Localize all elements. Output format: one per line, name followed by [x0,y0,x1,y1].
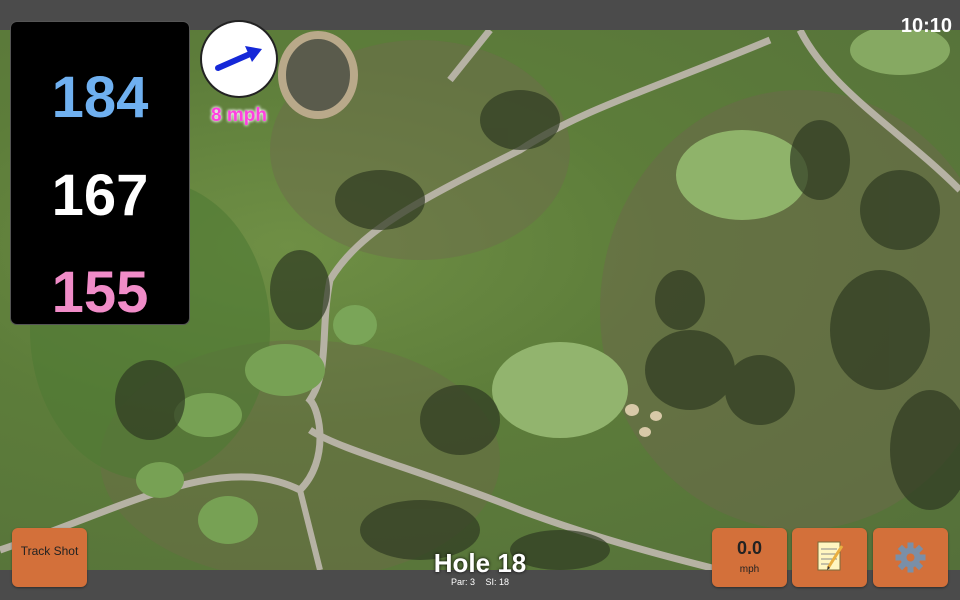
hole-title: Hole 18 [433,548,527,578]
front-distance: 155 [51,260,149,325]
hole-par: Par: 3 [450,577,475,587]
track-shot-label: Track Shot [20,544,79,558]
speed-button[interactable]: 0.0 mph [712,528,787,587]
middle-distance: 167 [51,163,149,228]
gear-icon [895,542,926,573]
distance-panel: 184 167 155 [11,22,189,325]
hole-stroke-index: SI: 18 [485,577,510,587]
back-distance: 184 [51,65,149,130]
clock: 10:10 [900,15,952,37]
speed-unit: mph [739,564,760,575]
wind-speed: 8 mph [211,105,267,126]
wind-direction-indicator [202,22,276,96]
notepad-icon [817,541,844,571]
settings-button[interactable] [873,528,948,587]
speed-value: 0.0 [736,538,763,558]
wind-arrow-icon [215,46,262,71]
hole-info: Par: 3 SI: 18 [380,577,580,587]
track-shot-button[interactable]: Track Shot [12,528,87,587]
notes-button[interactable] [792,528,867,587]
